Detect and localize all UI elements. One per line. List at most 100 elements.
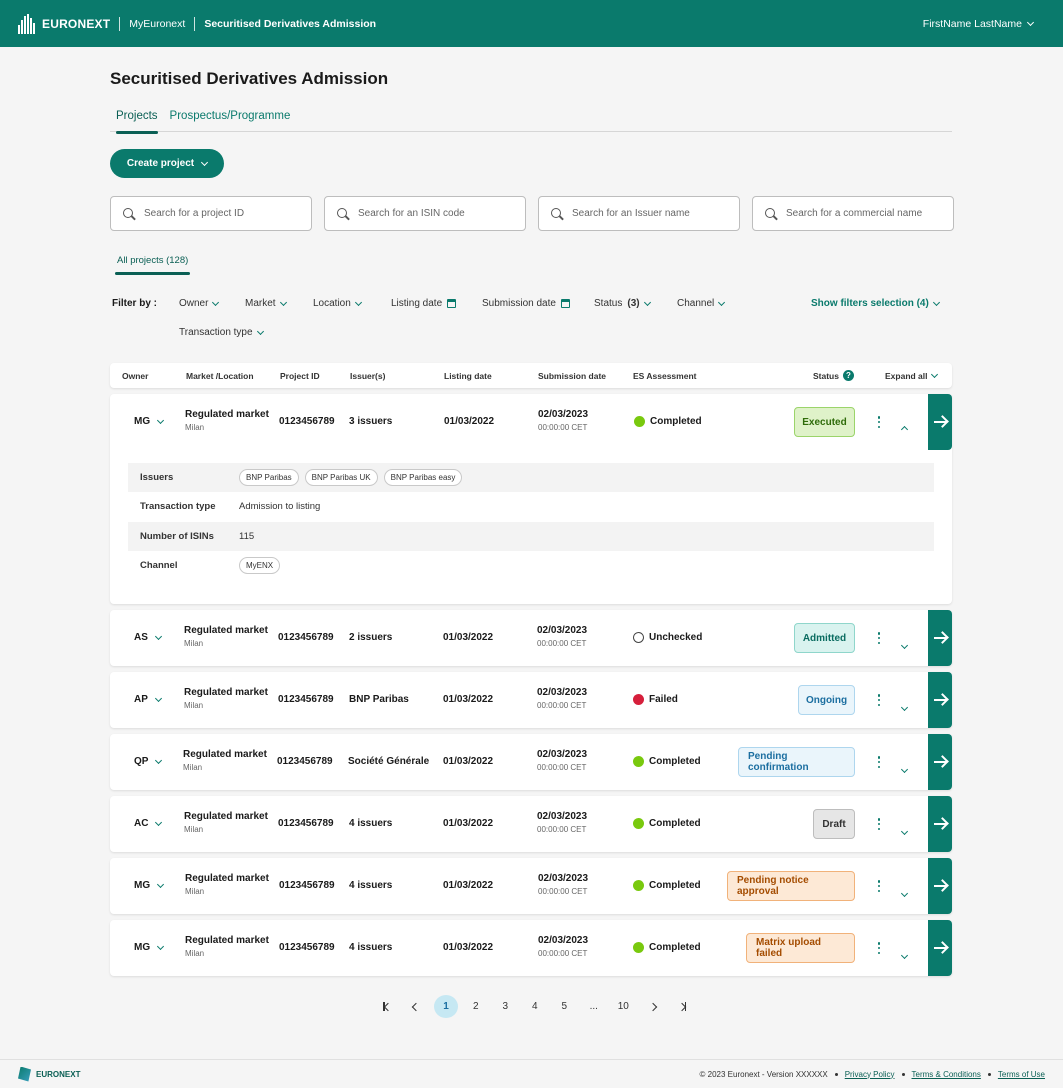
more-options-icon[interactable] [876,880,882,892]
tab-prospectus-programme[interactable]: Prospectus/Programme [164,108,297,132]
tab-projects[interactable]: Projects [110,108,164,134]
open-project-button[interactable] [928,734,952,790]
table-row[interactable]: MG Regulated market Milan 0123456789 4 is… [110,858,952,914]
footer-logo[interactable]: EURONEXT [18,1066,80,1082]
open-project-button[interactable] [928,610,952,666]
owner-filter[interactable]: Owner [179,298,220,309]
show-filters-selection-button[interactable]: Show filters selection (4) [811,298,940,309]
project-id: 0123456789 [278,632,334,643]
myeuronext-link[interactable]: MyEuronext [129,18,185,30]
more-options-icon[interactable] [876,416,882,428]
page-button-1[interactable]: 1 [434,995,458,1018]
open-project-button[interactable] [928,394,952,450]
more-options-icon[interactable] [876,942,882,954]
terms-conditions-link[interactable]: Terms & Conditions [912,1070,981,1079]
owner-dropdown[interactable]: AS [134,632,162,643]
listing-date: 01/03/2022 [444,416,495,427]
isin-search-input[interactable] [358,208,518,219]
footer: EURONEXT © 2023 Euronext - Version XXXXX… [0,1059,1063,1088]
all-projects-tab[interactable]: All projects (128) [115,255,191,275]
table-row[interactable]: AS Regulated market Milan 0123456789 2 is… [110,610,952,666]
user-name: FirstName LastName [922,17,1022,30]
expand-row-button[interactable] [900,883,909,901]
owner-dropdown[interactable]: QP [134,756,163,767]
open-project-button[interactable] [928,672,952,728]
es-assessment-label: Completed [649,942,701,953]
expand-row-button[interactable] [900,635,909,653]
table-row[interactable]: AP Regulated market Milan 0123456789 BNP … [110,672,952,728]
expand-row-button[interactable] [900,759,909,777]
project-id-search-input[interactable] [144,208,304,219]
column-project-id: Project ID [280,371,320,381]
pagination: 1 2 3 4 5 ... 10 [372,995,697,1018]
help-icon[interactable]: ? [842,370,854,381]
issuer-search[interactable] [538,196,740,231]
project-id-search[interactable] [110,196,312,231]
euronext-logo[interactable]: EURONEXT [18,13,110,34]
es-assessment: Completed [633,942,701,953]
first-page-button[interactable] [372,995,402,1018]
owner-dropdown[interactable]: MG [134,880,165,891]
location-filter[interactable]: Location [313,298,362,309]
submission-date-filter[interactable]: Submission date [482,298,570,309]
user-menu[interactable]: FirstName LastName [922,17,1035,30]
open-project-button[interactable] [928,920,952,976]
detail-label: Channel [140,560,178,571]
page-button-4[interactable]: 4 [520,1001,550,1012]
listing-date-filter[interactable]: Listing date [391,298,457,309]
current-page-breadcrumb[interactable]: Securitised Derivatives Admission [204,18,376,30]
page-button-2[interactable]: 2 [461,1001,491,1012]
more-options-icon[interactable] [876,694,882,706]
owner-dropdown[interactable]: MG [134,416,165,427]
previous-page-button[interactable] [402,995,432,1018]
open-project-button[interactable] [928,796,952,852]
listing-date: 01/03/2022 [443,880,494,891]
terms-of-use-link[interactable]: Terms of Use [998,1070,1045,1079]
next-page-button[interactable] [638,995,668,1018]
more-options-icon[interactable] [876,632,882,644]
table-row[interactable]: QP Regulated market Milan 0123456789 Soci… [110,734,952,790]
transaction-type-filter[interactable]: Transaction type [179,327,264,338]
last-page-button[interactable] [668,995,698,1018]
column-listing-date: Listing date [444,371,492,381]
expand-row-button[interactable] [900,821,909,839]
chevron-right-icon [648,1002,657,1011]
privacy-policy-link[interactable]: Privacy Policy [845,1070,895,1079]
status-badge: Draft [813,809,855,839]
commercial-name-search-input[interactable] [786,208,946,219]
channel-filter[interactable]: Channel [677,298,726,309]
owner-initials: MG [134,942,151,953]
expand-row-button[interactable] [900,945,909,963]
submission-time: 00:00:00 CET [538,949,588,958]
page-button-5[interactable]: 5 [550,1001,580,1012]
more-options-icon[interactable] [876,756,882,768]
collapse-row-button[interactable] [900,419,909,437]
status-badge: Admitted [794,623,855,653]
expand-all-label: Expand all [885,371,928,381]
owner-dropdown[interactable]: AC [134,818,163,829]
filter-by-label: Filter by : [112,298,158,309]
issuer-search-input[interactable] [572,208,732,219]
isin-search[interactable] [324,196,526,231]
table-row[interactable]: AC Regulated market Milan 0123456789 4 is… [110,796,952,852]
page-button-3[interactable]: 3 [491,1001,521,1012]
status-filter-count: (3) [627,298,640,309]
market-filter[interactable]: Market [245,298,287,309]
table-row[interactable]: MG Regulated market Milan 0123456789 3 is… [110,394,952,604]
commercial-name-search[interactable] [752,196,954,231]
expand-row-button[interactable] [900,697,909,715]
status-filter[interactable]: Status (3) [594,298,651,309]
owner-dropdown[interactable]: AP [134,694,162,705]
owner-dropdown[interactable]: MG [134,942,165,953]
owner-initials: AP [134,694,148,705]
table-row[interactable]: MG Regulated market Milan 0123456789 4 is… [110,920,952,976]
expand-all-button[interactable]: Expand all [885,370,938,381]
page-button-10[interactable]: 10 [609,1001,639,1012]
more-options-icon[interactable] [876,818,882,830]
submission-time: 00:00:00 CET [537,763,587,772]
divider [119,16,121,31]
create-project-button[interactable]: Create project [110,149,224,178]
detail-label: Number of ISINs [140,531,214,542]
open-project-button[interactable] [928,858,952,914]
status-badge: Pending notice approval [727,871,855,901]
